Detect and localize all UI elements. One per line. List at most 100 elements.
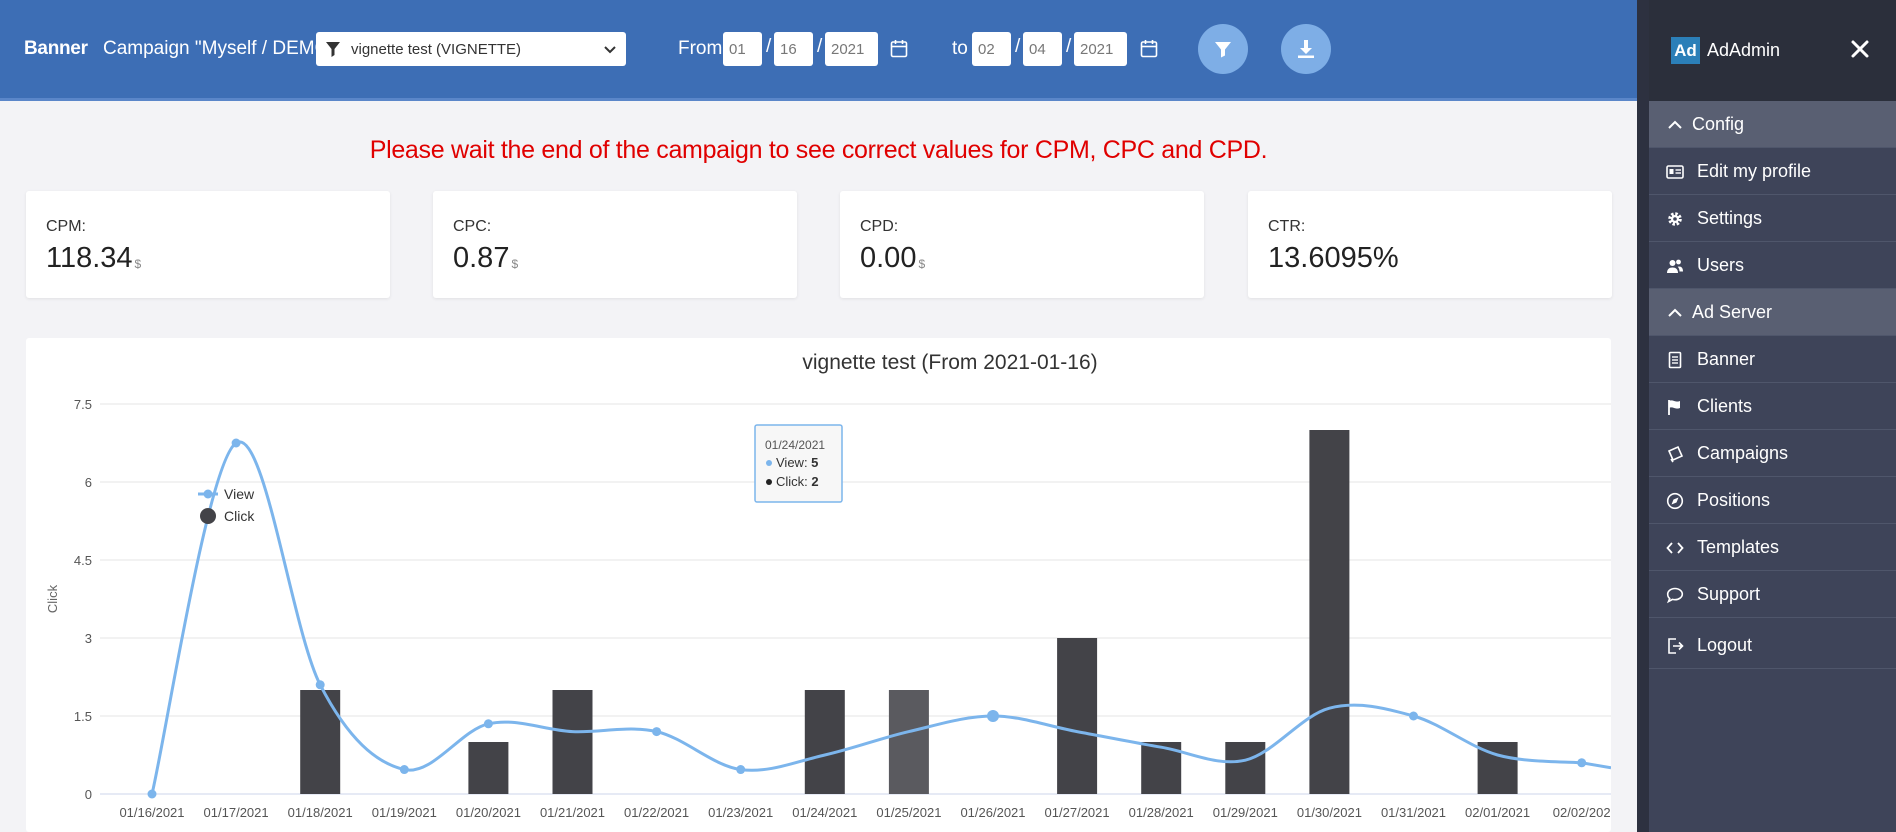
stat-label: CPD:	[860, 218, 899, 235]
view-point[interactable]	[231, 438, 241, 448]
campaign-select-value: vignette test (VIGNETTE)	[351, 41, 522, 58]
to-day-input[interactable]: 04	[1023, 32, 1062, 66]
x-tick-label: 01/20/2021	[456, 805, 521, 820]
sidebar-divider	[1637, 0, 1649, 832]
y-tick-label: 7.5	[74, 397, 92, 412]
click-bar[interactable]	[1057, 638, 1098, 794]
y-axis-label: Click	[45, 584, 60, 613]
click-bar[interactable]	[300, 690, 341, 794]
sidebar-section-ad-server[interactable]: Ad Server	[1649, 289, 1896, 336]
view-point[interactable]	[652, 727, 662, 737]
download-icon	[1298, 40, 1314, 58]
sidebar-item-positions[interactable]: Positions	[1649, 477, 1896, 524]
sidebar-item-campaigns[interactable]: Campaigns	[1649, 430, 1896, 477]
chevron-down-icon	[604, 46, 616, 54]
x-tick-label: 01/24/2021	[792, 805, 857, 820]
calendar-icon[interactable]	[890, 39, 908, 58]
x-tick-label: 01/18/2021	[288, 805, 353, 820]
tooltip-click-value: 2	[811, 474, 818, 489]
sidebar-item-support[interactable]: Support	[1649, 571, 1896, 618]
view-point[interactable]	[483, 719, 493, 729]
page-title: Banner	[24, 38, 88, 59]
sidebar-item-logout[interactable]: Logout	[1649, 622, 1896, 669]
sidebar-item-clients[interactable]: Clients	[1649, 383, 1896, 430]
date-separator: /	[766, 36, 772, 57]
sidebar: Ad AdAdmin Config Edit my profile Settin…	[1637, 0, 1896, 832]
view-point[interactable]	[315, 680, 325, 690]
to-year-input[interactable]: 2021	[1074, 32, 1127, 66]
app-logo: Ad	[1671, 37, 1700, 64]
view-point[interactable]	[147, 789, 157, 799]
from-year-input[interactable]: 2021	[825, 32, 878, 66]
tooltip-view-label: View: 5	[776, 455, 818, 470]
chevron-up-icon	[1668, 308, 1682, 317]
from-day-input[interactable]: 16	[774, 32, 813, 66]
campaign-select[interactable]: vignette test (VIGNETTE)	[316, 32, 626, 66]
sidebar-item-templates[interactable]: Templates	[1649, 524, 1896, 571]
filter-icon	[1215, 42, 1231, 58]
view-point[interactable]	[987, 710, 999, 722]
tooltip-view-value: 5	[811, 455, 818, 470]
sidebar-item-label: Support	[1697, 584, 1761, 604]
sidebar-item-label: Banner	[1697, 349, 1756, 369]
view-point[interactable]	[1577, 758, 1587, 768]
stat-card-cpm: CPM: 118.34 $	[26, 191, 390, 298]
filter-button[interactable]	[1198, 24, 1248, 74]
y-tick-label: 0	[85, 787, 92, 802]
top-bar: Banner Campaign "Myself / DEMO": vignett…	[0, 0, 1637, 101]
logout-icon	[1668, 638, 1684, 654]
click-bar[interactable]	[552, 690, 593, 794]
view-point[interactable]	[399, 765, 409, 775]
click-bar[interactable]	[1309, 430, 1350, 794]
view-point[interactable]	[1409, 711, 1418, 721]
gear-icon	[1668, 212, 1682, 226]
sidebar-item-users[interactable]: Users	[1649, 242, 1896, 289]
to-label: to	[952, 38, 968, 59]
x-tick-label: 01/21/2021	[540, 805, 605, 820]
tooltip-view-dot	[766, 460, 772, 466]
x-tick-label: 01/30/2021	[1297, 805, 1362, 820]
campaign-chart: 0 1.5 3 4.5 6 7.5 vignette test (From 2021-01-…	[45, 351, 1611, 820]
x-tick-label: 01/25/2021	[876, 805, 941, 820]
chat-icon	[1666, 587, 1684, 604]
sidebar-section-config[interactable]: Config	[1649, 101, 1896, 148]
close-icon[interactable]	[1849, 38, 1871, 60]
download-button[interactable]	[1281, 24, 1331, 74]
users-icon	[1667, 259, 1683, 273]
date-separator: /	[1015, 36, 1021, 57]
sidebar-item-label: Config	[1692, 114, 1745, 134]
chart-title: vignette test (From 2021-01-16)	[802, 351, 1097, 374]
chevron-up-icon	[1668, 120, 1682, 129]
click-bar[interactable]	[1225, 742, 1266, 794]
click-bar[interactable]	[468, 742, 509, 794]
stat-value: 0.00 $	[860, 242, 926, 274]
tooltip-click-dot	[766, 479, 772, 485]
stat-value: 13.6095%	[1268, 242, 1399, 274]
y-tick-label: 1.5	[74, 709, 92, 724]
sidebar-item-edit-profile[interactable]: Edit my profile	[1649, 148, 1896, 195]
view-line	[150, 440, 1611, 795]
x-tick-label: 01/31/2021	[1381, 805, 1446, 820]
sidebar-item-banner[interactable]: Banner	[1649, 336, 1896, 383]
sidebar-header: Ad AdAdmin	[1649, 0, 1896, 101]
stat-label: CTR:	[1268, 218, 1306, 235]
calendar-icon[interactable]	[1140, 39, 1158, 58]
sidebar-item-label: Templates	[1697, 537, 1780, 557]
click-bar[interactable]	[804, 690, 845, 794]
stat-label: CPC:	[453, 218, 492, 235]
sidebar-item-label: Campaigns	[1697, 443, 1789, 463]
tooltip-click-label: Click: 2	[776, 474, 819, 489]
from-month-input[interactable]: 01	[723, 32, 762, 66]
stat-card-cpc: CPC: 0.87 $	[433, 191, 797, 298]
chart-panel: 0 1.5 3 4.5 6 7.5 vignette test (From 2021-01-…	[26, 338, 1611, 832]
compass-icon	[1666, 492, 1684, 510]
legend-click-label[interactable]: Click	[224, 508, 255, 524]
sidebar-item-label: Clients	[1697, 396, 1753, 416]
filter-icon	[326, 42, 340, 57]
view-point[interactable]	[736, 765, 746, 775]
sidebar-item-settings[interactable]: Settings	[1649, 195, 1896, 242]
legend-view-label[interactable]: View	[224, 486, 255, 502]
x-tick-label: 01/22/2021	[624, 805, 689, 820]
click-bar[interactable]	[888, 690, 929, 794]
to-month-input[interactable]: 02	[972, 32, 1011, 66]
